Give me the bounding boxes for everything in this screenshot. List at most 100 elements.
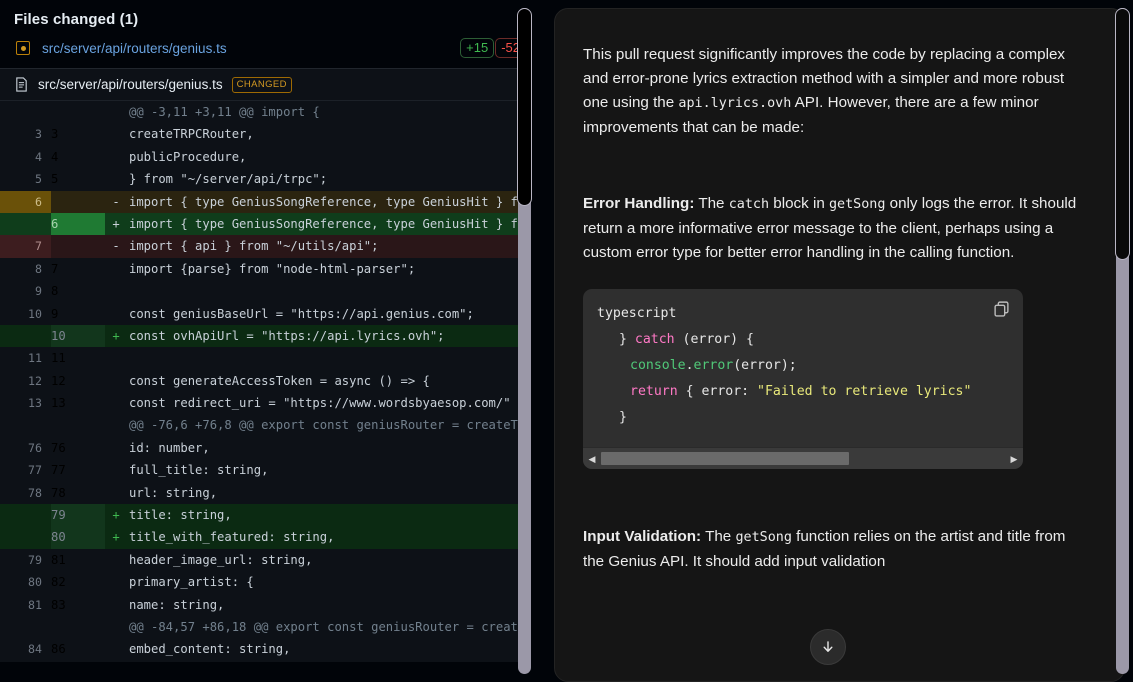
scroll-to-bottom-button[interactable] <box>810 629 846 665</box>
diff-code: full_title: string, <box>129 463 269 478</box>
diff-code: title: string, <box>129 508 232 523</box>
additions-badge: +15 <box>460 38 495 58</box>
diff-gutter-new: 83 <box>51 597 66 612</box>
code-token: { error: <box>677 384 758 399</box>
assistant-pane: This pull request significantly improves… <box>540 0 1133 682</box>
diff-gutter-old: 78 <box>28 485 42 500</box>
copy-icon[interactable] <box>993 300 1010 317</box>
code-token: catch <box>634 332 675 347</box>
diff-gutter-old: 9 <box>35 284 42 299</box>
assistant-message-body: This pull request significantly improves… <box>555 9 1124 574</box>
diff-line[interactable]: 79 + title: string, <box>0 504 518 527</box>
diff-gutter-new: 82 <box>51 575 66 590</box>
diff-line[interactable]: 77 77 full_title: string, <box>0 459 518 482</box>
left-scrollbar[interactable] <box>517 0 532 682</box>
diff-gutter-old: 10 <box>28 306 42 321</box>
diff-gutter-new: 79 <box>51 504 105 527</box>
diff-gutter-new: 86 <box>51 642 66 657</box>
code-block-hscroll-thumb[interactable] <box>601 452 849 465</box>
code-language-label: typescript <box>597 306 677 321</box>
inline-code-catch: catch <box>728 197 770 212</box>
error-handling-label: Error Handling: <box>583 195 695 212</box>
code-block-lines: } catch (error) {console.error(error); re… <box>597 327 1009 431</box>
diff-line[interactable]: @@ -84,57 +86,18 @@ export const geniusR… <box>0 615 518 639</box>
diff-code: title_with_featured: string, <box>129 530 335 545</box>
code-line: } <box>597 405 1009 431</box>
diff-gutter-old: 5 <box>35 172 42 187</box>
diff-line[interactable]: 98 <box>0 280 518 303</box>
diff-line[interactable]: 10 9 const geniusBaseUrl = "https://api.ge… <box>0 302 518 325</box>
diff-marker: - <box>112 239 120 254</box>
diff-gutter-new: 78 <box>51 485 66 500</box>
diff-line[interactable]: 80 + title_with_featured: string, <box>0 526 518 549</box>
diff-line[interactable]: 79 81 header_image_url: string, <box>0 548 518 572</box>
diff-code: import { api } from "~/utils/api"; <box>129 239 379 254</box>
diff-gutter-new: 10 <box>51 324 105 348</box>
diff-line[interactable]: 81 83 name: string, <box>0 593 518 616</box>
diff-line[interactable]: 84 86 embed_content: string, <box>0 638 518 661</box>
diff-gutter-old: 7 <box>0 235 51 258</box>
scroll-right-arrow-icon[interactable]: ▶ <box>1005 447 1023 470</box>
diff-code: createTRPCRouter, <box>129 127 254 142</box>
input-validation-label: Input Validation: <box>583 528 702 545</box>
diff-line[interactable]: 55 } from "~/server/api/trpc"; <box>0 168 518 191</box>
diff-gutter-old: 8 <box>35 261 42 276</box>
code-block-hscrollbar[interactable]: ◀ ▶ <box>583 447 1023 469</box>
diff-code: url: string, <box>129 485 218 500</box>
changed-badge: CHANGED <box>231 76 292 93</box>
left-scrollbar-thumb[interactable] <box>517 8 532 206</box>
diff-code: import { type GeniusSongReference, type … <box>129 194 518 209</box>
diff-gutter-old: 4 <box>35 149 42 164</box>
diff-gutter-new: 12 <box>51 373 66 388</box>
code-token: (error); <box>733 358 797 373</box>
diff-gutter-old: 84 <box>28 642 42 657</box>
diff-lines-container[interactable]: @@ -3,11 +3,11 @@ import {3 3 createTRPCR… <box>0 101 518 661</box>
eh-t1: The <box>694 195 729 212</box>
diff-code: } from "~/server/api/trpc"; <box>129 172 328 187</box>
changed-file-row[interactable]: src/server/api/routers/genius.ts +15 -52 <box>0 34 540 68</box>
diff-line[interactable]: 13 13 const redirect_uri = "https://www.w… <box>0 392 518 415</box>
right-scrollbar-thumb[interactable] <box>1115 8 1130 260</box>
diff-code: id: number, <box>129 440 210 455</box>
diff-review-screen: Files changed (1) src/server/api/routers… <box>0 0 1133 682</box>
arrow-down-icon <box>823 641 833 652</box>
diff-gutter-new: 76 <box>51 440 66 455</box>
diff-code: embed_content: string, <box>129 642 291 657</box>
diff-card: src/server/api/routers/genius.ts CHANGED… <box>0 68 518 662</box>
diff-line[interactable]: 33 createTRPCRouter, <box>0 123 518 146</box>
diff-line[interactable]: 44 publicProcedure, <box>0 145 518 169</box>
diff-line[interactable]: 78 78 url: string, <box>0 481 518 505</box>
diff-gutter-old: 77 <box>28 463 42 478</box>
diff-gutter-new: 13 <box>51 396 66 411</box>
diff-line[interactable]: 7 - import { api } from "~/utils/api"; <box>0 235 518 258</box>
diff-gutter-new: 77 <box>51 463 66 478</box>
diff-line[interactable]: 76 76 id: number, <box>0 436 518 460</box>
code-token: } <box>619 332 635 347</box>
right-scrollbar[interactable] <box>1115 0 1130 682</box>
inline-code-getsong: getSong <box>828 197 886 212</box>
diff-code: publicProcedure, <box>129 149 247 164</box>
diff-gutter-new: 6 <box>51 212 105 236</box>
file-document-icon <box>16 77 27 92</box>
diff-line[interactable]: @@ -3,11 +3,11 @@ import { <box>0 101 518 124</box>
diff-line[interactable]: 80 82 primary_artist: { <box>0 571 518 594</box>
diff-line[interactable]: 8 7 import {parse} from "node-html-parser"… <box>0 257 518 281</box>
code-block: typescript } catch (error) {console.erro… <box>583 289 1023 469</box>
diff-line[interactable]: 11 11 <box>0 347 518 370</box>
diff-gutter-new: 9 <box>51 306 59 321</box>
diff-gutter-old: 79 <box>28 552 42 567</box>
scroll-left-arrow-icon[interactable]: ◀ <box>583 447 601 470</box>
error-handling-paragraph: Error Handling: The catch block in getSo… <box>583 192 1078 265</box>
diff-code: header_image_url: string, <box>129 552 313 567</box>
file-path-link[interactable]: src/server/api/routers/genius.ts <box>42 41 227 56</box>
input-validation-paragraph: Input Validation: The getSong function r… <box>583 525 1078 574</box>
diff-line[interactable]: 6 - import { type GeniusSongReference, typ… <box>0 190 518 213</box>
diff-file-header[interactable]: src/server/api/routers/genius.ts CHANGED <box>0 69 518 101</box>
diff-line[interactable]: @@ -76,6 +76,8 @@ export const geniusRou… <box>0 414 518 437</box>
diff-code: name: string, <box>129 597 225 612</box>
diff-marker: + <box>112 328 120 343</box>
diff-line[interactable]: 12 12 const generateAccessToken = async ()… <box>0 369 518 393</box>
diff-line[interactable]: 6 + import { type GeniusSongReference, typ… <box>0 212 518 236</box>
diff-gutter-old: 12 <box>28 373 42 388</box>
diff-line[interactable]: 10 + const ovhApiUrl = "https://api.lyrics… <box>0 324 518 348</box>
